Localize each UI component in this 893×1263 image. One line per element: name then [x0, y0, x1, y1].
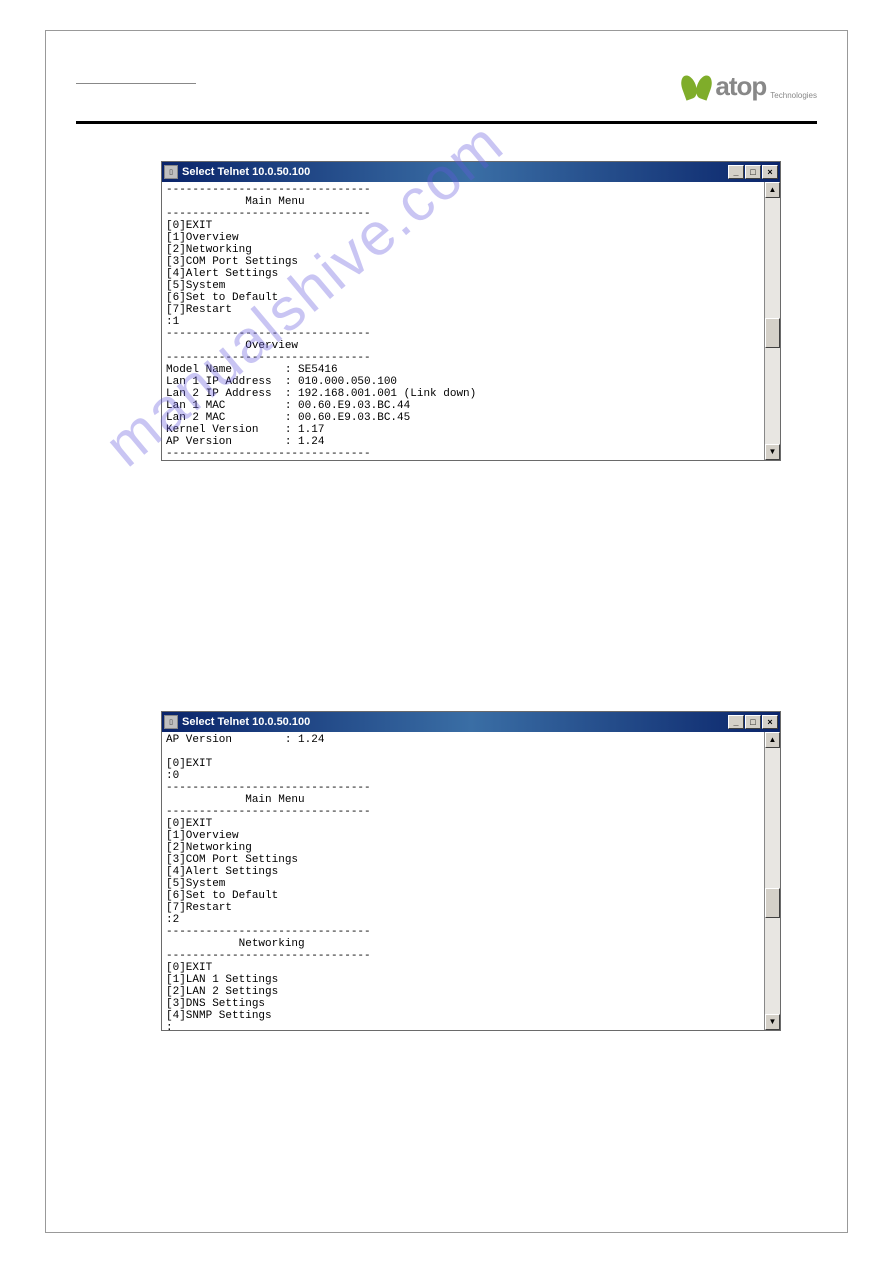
logo-icon — [682, 75, 711, 99]
titlebar[interactable]: ▯ Select Telnet 10.0.50.100 _ □ × — [162, 712, 780, 732]
scroll-down-button[interactable]: ▼ — [765, 1014, 780, 1030]
window-controls: _ □ × — [728, 165, 778, 179]
brand-logo: atop Technologies — [682, 71, 817, 102]
header-rule — [76, 121, 817, 124]
scroll-track[interactable] — [765, 748, 780, 1014]
scroll-track[interactable] — [765, 198, 780, 444]
terminal-output[interactable]: ------------------------------- Main Men… — [162, 182, 764, 460]
scroll-up-button[interactable]: ▲ — [765, 182, 780, 198]
telnet-body: ------------------------------- Main Men… — [162, 182, 780, 460]
logo-text: atop — [715, 71, 766, 102]
telnet-window-overview: ▯ Select Telnet 10.0.50.100 _ □ × ------… — [161, 161, 781, 461]
logo-subtext: Technologies — [770, 91, 817, 100]
app-icon: ▯ — [164, 165, 178, 179]
minimize-button[interactable]: _ — [728, 165, 744, 179]
maximize-button[interactable]: □ — [745, 165, 761, 179]
close-button[interactable]: × — [762, 165, 778, 179]
scroll-up-button[interactable]: ▲ — [765, 732, 780, 748]
window-controls: _ □ × — [728, 715, 778, 729]
scroll-thumb[interactable] — [765, 318, 780, 348]
telnet-window-networking: ▯ Select Telnet 10.0.50.100 _ □ × AP Ver… — [161, 711, 781, 1031]
app-icon: ▯ — [164, 715, 178, 729]
vertical-scrollbar[interactable]: ▲ ▼ — [764, 732, 780, 1030]
close-button[interactable]: × — [762, 715, 778, 729]
window-title: Select Telnet 10.0.50.100 — [182, 716, 724, 728]
minimize-button[interactable]: _ — [728, 715, 744, 729]
scroll-down-button[interactable]: ▼ — [765, 444, 780, 460]
document-page: atop Technologies ▯ Select Telnet 10.0.5… — [45, 30, 848, 1233]
telnet-body: AP Version : 1.24 [0]EXIT :0 -----------… — [162, 732, 780, 1030]
header-underline — [76, 83, 196, 84]
window-title: Select Telnet 10.0.50.100 — [182, 166, 724, 178]
terminal-output[interactable]: AP Version : 1.24 [0]EXIT :0 -----------… — [162, 732, 764, 1030]
titlebar[interactable]: ▯ Select Telnet 10.0.50.100 _ □ × — [162, 162, 780, 182]
maximize-button[interactable]: □ — [745, 715, 761, 729]
vertical-scrollbar[interactable]: ▲ ▼ — [764, 182, 780, 460]
scroll-thumb[interactable] — [765, 888, 780, 918]
